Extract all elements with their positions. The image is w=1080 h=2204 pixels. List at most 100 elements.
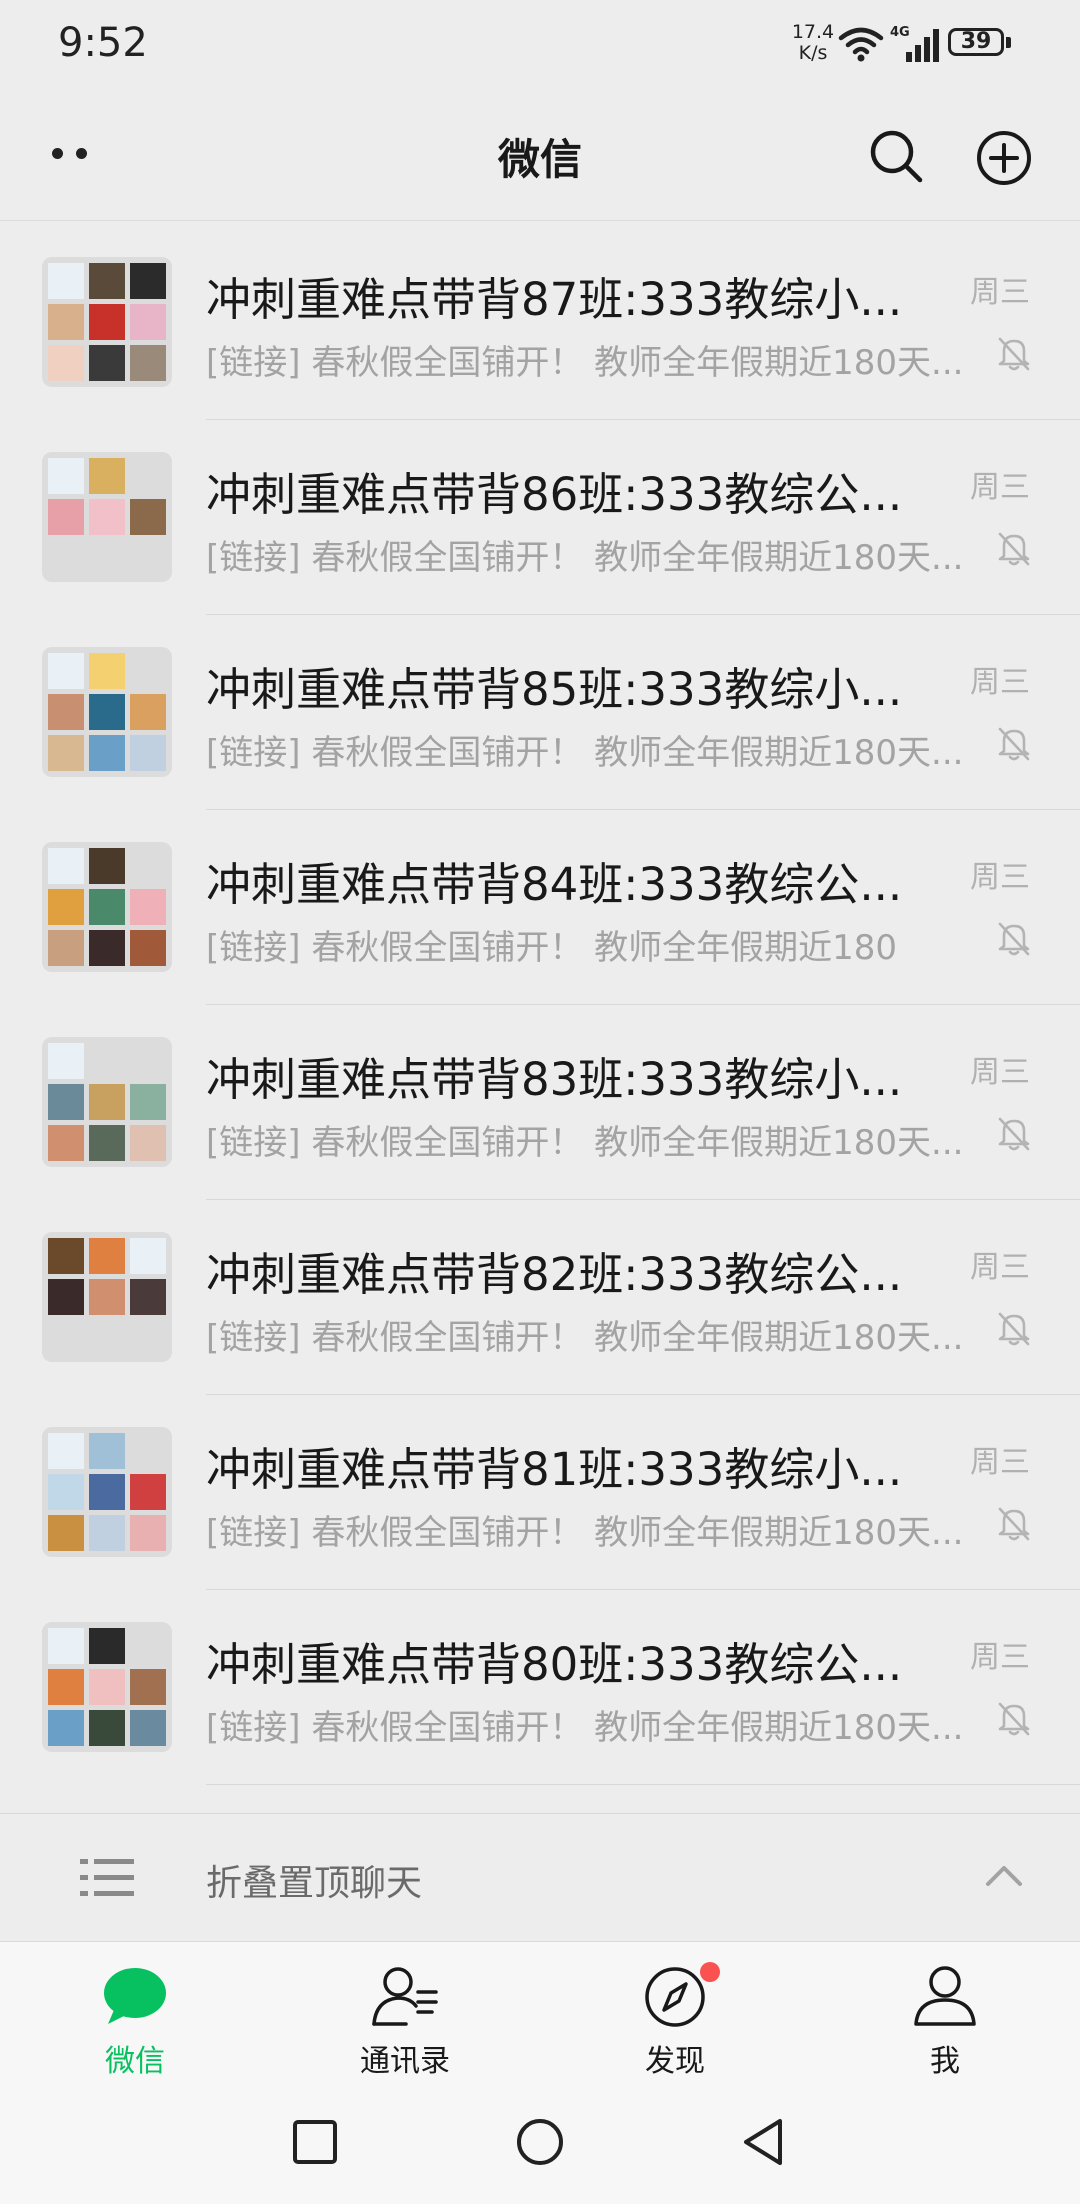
bottom-tab-bar: 微信 通讯录 发现 我 (0, 1941, 1080, 2082)
mute-bell-icon (998, 1507, 1030, 1541)
app-header: 微信 (0, 90, 1080, 222)
avatar-member-image (48, 735, 84, 771)
person-icon (914, 1966, 976, 2026)
avatar-member-image (48, 458, 84, 494)
chat-preview: [链接] 春秋假全国铺开！ 教师全年假期近180天... (206, 1513, 964, 1553)
tab-me[interactable]: 我 (810, 1942, 1080, 2082)
chat-list-item[interactable]: 冲刺重难点带背81班:333教综小... [链接] 春秋假全国铺开！ 教师全年假期… (0, 1395, 1080, 1590)
avatar-member-image (89, 653, 125, 689)
folded-pinned-chats[interactable]: 折叠置顶聊天 (0, 1813, 1080, 1942)
avatar-member-image (48, 1043, 84, 1079)
avatar-member-image (48, 1084, 84, 1120)
wifi-icon (838, 27, 884, 62)
mute-bell-icon (998, 922, 1030, 956)
avatar-member-image (89, 930, 125, 966)
avatar-member-image (48, 1433, 84, 1469)
avatar-member-image (130, 263, 166, 299)
chat-list-item[interactable]: 冲刺重难点带背82班:333教综公... [链接] 春秋假全国铺开！ 教师全年假期… (0, 1200, 1080, 1395)
list-icon (80, 1859, 134, 1896)
chat-time: 周三 (970, 1445, 1030, 1480)
avatar-member-image (89, 1433, 125, 1469)
avatar-member-image (130, 304, 166, 340)
tab-discover[interactable]: 发现 (540, 1942, 810, 2082)
avatar-member-image (130, 1474, 166, 1510)
avatar-member-image (48, 1669, 84, 1705)
avatar-member-image (130, 345, 166, 381)
avatar-member-image (89, 735, 125, 771)
tab-label: 通讯录 (360, 2044, 450, 2079)
avatar-member-image (48, 1320, 84, 1356)
chat-list-item[interactable]: 冲刺重难点带背83班:333教综小... [链接] 春秋假全国铺开！ 教师全年假期… (0, 1005, 1080, 1200)
avatar-member-image (89, 345, 125, 381)
home-icon[interactable] (505, 2107, 575, 2177)
chat-name: 冲刺重难点带背87班:333教综小... (206, 273, 903, 326)
avatar-member-image (48, 1628, 84, 1664)
avatar-member-image (48, 694, 84, 730)
avatar-member-image (130, 1433, 166, 1469)
avatar-member-image (89, 1084, 125, 1120)
avatar-member-image (48, 1515, 84, 1551)
network-speed-unit: K/s (798, 42, 828, 64)
avatar-member-image (130, 1669, 166, 1705)
avatar-member-image (48, 345, 84, 381)
plus-circle-icon[interactable] (976, 130, 1032, 186)
chevron-up-icon[interactable] (984, 1860, 1024, 1890)
chat-list-item[interactable]: 冲刺重难点带背87班:333教综小... [链接] 春秋假全国铺开！ 教师全年假期… (0, 225, 1080, 420)
avatar-member-image (89, 1125, 125, 1161)
chat-preview: [链接] 春秋假全国铺开！ 教师全年假期近180 (206, 928, 898, 968)
mute-bell-icon (998, 337, 1030, 371)
chat-list-item[interactable]: 冲刺重难点带背84班:333教综公... [链接] 春秋假全国铺开！ 教师全年假期… (0, 810, 1080, 1005)
avatar-member-image (48, 653, 84, 689)
avatar-member-image (89, 1474, 125, 1510)
avatar-member-image (48, 1474, 84, 1510)
chat-list-item[interactable]: 冲刺重难点带背86班:333教综公... [链接] 春秋假全国铺开！ 教师全年假期… (0, 420, 1080, 615)
folded-pinned-label: 折叠置顶聊天 (206, 1863, 423, 1904)
avatar-member-image (130, 1043, 166, 1079)
chat-preview: [链接] 春秋假全国铺开！ 教师全年假期近180天... (206, 343, 964, 383)
chat-name: 冲刺重难点带背81班:333教综小... (206, 1443, 903, 1496)
avatar-member-image (130, 735, 166, 771)
status-time: 9:52 (58, 20, 148, 66)
group-avatar (42, 647, 172, 777)
tab-contacts[interactable]: 通讯录 (270, 1942, 540, 2082)
chat-name: 冲刺重难点带背80班:333教综公... (206, 1638, 903, 1691)
avatar-member-image (48, 540, 84, 576)
tab-chats[interactable]: 微信 (0, 1942, 270, 2082)
group-avatar (42, 842, 172, 972)
mute-bell-icon (998, 1312, 1030, 1346)
avatar-member-image (89, 263, 125, 299)
avatar-member-image (130, 499, 166, 535)
network-speed-value: 17.4 (791, 21, 835, 43)
avatar-member-image (130, 458, 166, 494)
status-bar: 9:52 17.4 K/s 4G 39 (0, 0, 1080, 90)
avatar-member-image (89, 458, 125, 494)
network-type-label: 4G (890, 25, 910, 40)
chat-preview: [链接] 春秋假全国铺开！ 教师全年假期近180天... (206, 1123, 964, 1163)
avatar-member-image (48, 304, 84, 340)
avatar-member-image (48, 263, 84, 299)
avatar-member-image (130, 653, 166, 689)
chat-list-item[interactable]: 冲刺重难点带背80班:333教综公... [链接] 春秋假全国铺开！ 教师全年假期… (0, 1590, 1080, 1785)
avatar-member-image (89, 304, 125, 340)
contacts-icon (372, 1967, 438, 2026)
group-avatar (42, 1232, 172, 1362)
chat-time: 周三 (970, 1055, 1030, 1090)
avatar-member-image (89, 1320, 125, 1356)
recent-apps-icon[interactable] (280, 2107, 350, 2177)
back-icon[interactable] (730, 2107, 800, 2177)
avatar-member-image (89, 848, 125, 884)
chat-name: 冲刺重难点带背84班:333教综公... (206, 858, 903, 911)
mute-bell-icon (998, 1702, 1030, 1736)
avatar-member-image (48, 1279, 84, 1315)
system-nav-bar (0, 2081, 1080, 2204)
chat-preview: [链接] 春秋假全国铺开！ 教师全年假期近180天... (206, 733, 964, 773)
avatar-member-image (130, 1238, 166, 1274)
chat-preview: [链接] 春秋假全国铺开！ 教师全年假期近180天... (206, 1318, 964, 1358)
group-avatar (42, 1622, 172, 1752)
chat-time: 周三 (970, 1250, 1030, 1285)
chat-list-item[interactable]: 冲刺重难点带背85班:333教综小... [链接] 春秋假全国铺开！ 教师全年假期… (0, 615, 1080, 810)
network-speed: 17.4 K/s (790, 22, 836, 64)
search-icon[interactable] (868, 128, 924, 184)
battery-icon: 39 (948, 28, 1012, 60)
avatar-member-image (89, 1279, 125, 1315)
